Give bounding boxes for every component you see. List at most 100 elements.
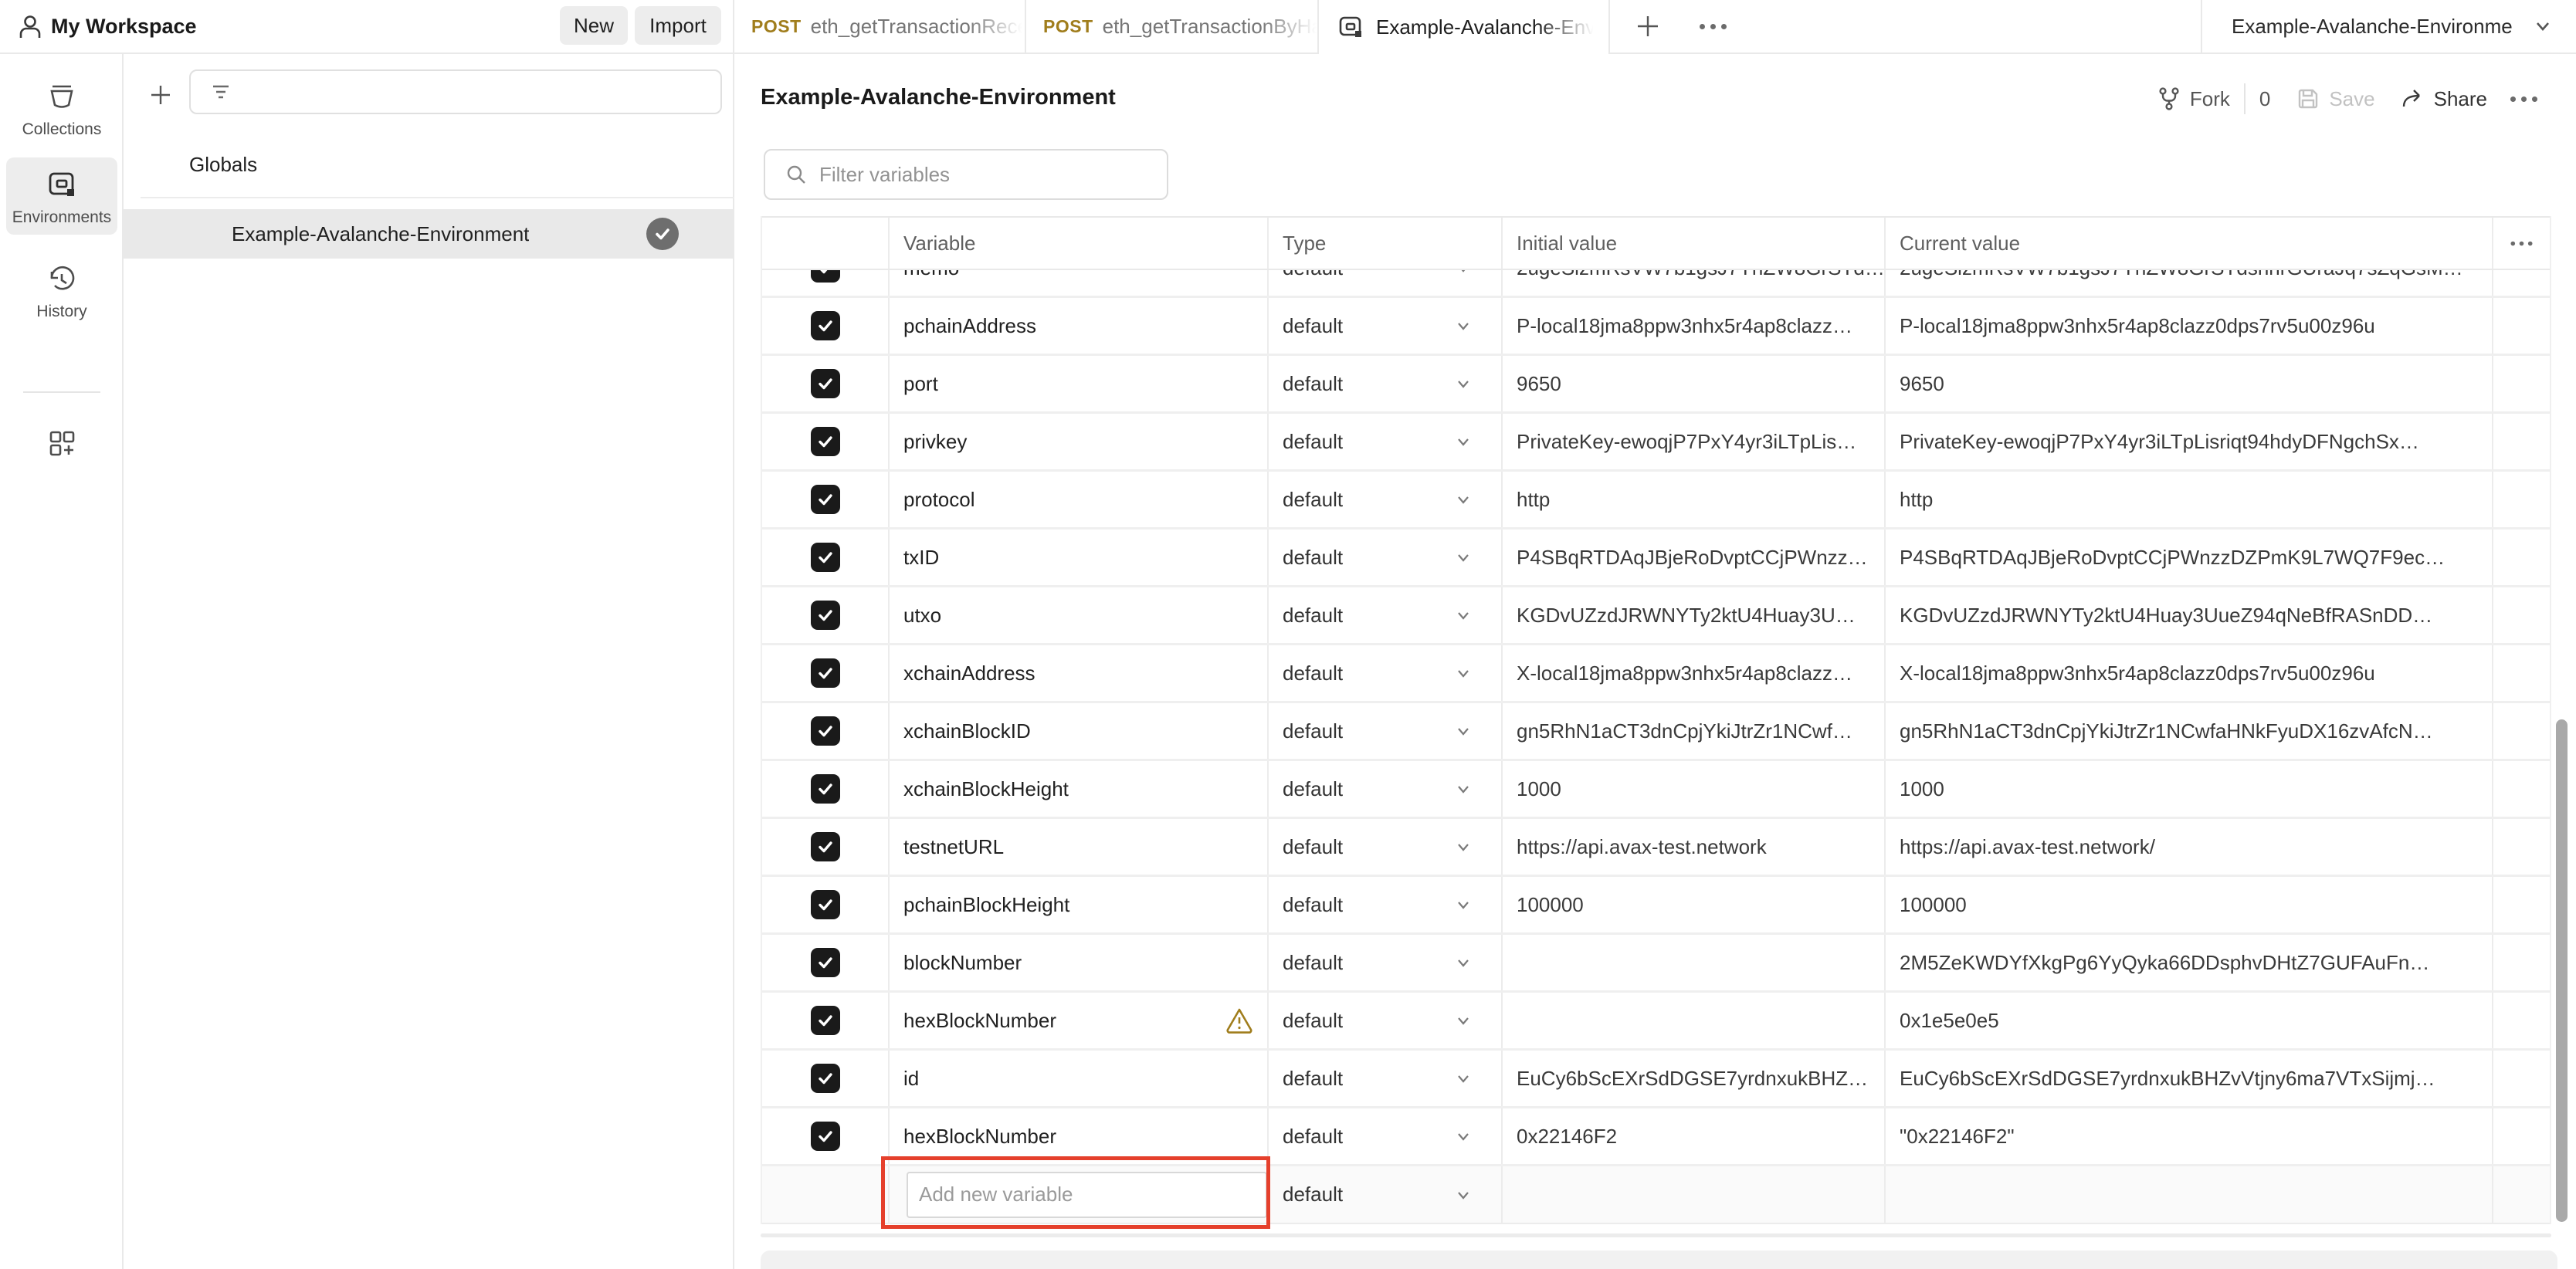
enabled-checkbox[interactable] <box>811 369 840 398</box>
enabled-checkbox[interactable] <box>811 774 840 804</box>
save-button[interactable]: Save <box>2295 86 2374 112</box>
current-value-cell[interactable]: 0x1e5e0e5 <box>1884 993 2492 1048</box>
variable-name-cell[interactable]: testnetURL <box>888 819 1267 875</box>
variable-type-cell[interactable]: default <box>1267 356 1501 411</box>
enabled-checkbox[interactable] <box>811 311 840 340</box>
table-options-menu[interactable] <box>2492 218 2550 269</box>
enabled-checkbox[interactable] <box>811 270 840 283</box>
enabled-checkbox[interactable] <box>811 1006 840 1035</box>
filter-variables-input[interactable] <box>819 163 1144 187</box>
current-value-cell[interactable]: 2ugeSizmRsVW7b1gsJ7YhZW8GrSTdsnhrGUraJq7… <box>1884 270 2492 296</box>
initial-value-cell[interactable]: KGDvUZzdJRWNYTy2ktU4Huay3U… <box>1501 587 1884 643</box>
tab-options-menu[interactable] <box>1688 0 1737 52</box>
variable-name-cell[interactable]: pchainBlockHeight <box>888 877 1267 932</box>
new-tab-button[interactable] <box>1626 0 1669 52</box>
variable-name-cell[interactable]: port <box>888 356 1267 411</box>
current-value-cell[interactable]: http <box>1884 472 2492 527</box>
current-value-cell[interactable]: P4SBqRTDAqJBjeRoDvptCCjPWnzzDZPmK9L7WQ7F… <box>1884 530 2492 585</box>
sidebar-item-environments[interactable]: Environments <box>6 157 117 235</box>
initial-value-cell[interactable]: 1000 <box>1501 761 1884 817</box>
active-environment-check-icon[interactable] <box>646 218 679 250</box>
current-value-cell[interactable]: EuCy6bScEXrSdDGSE7yrdnxukBHZvVtjny6ma7VT… <box>1884 1051 2492 1106</box>
variable-name-cell[interactable]: memo <box>888 270 1267 296</box>
variable-name-cell[interactable]: blockNumber <box>888 935 1267 990</box>
variable-type-cell[interactable]: default <box>1267 298 1501 354</box>
current-value-cell[interactable]: gn5RhN1aCT3dnCpjYkiJtrZr1NCwfaHNkFyuDX16… <box>1884 703 2492 759</box>
variable-name-cell[interactable]: protocol <box>888 472 1267 527</box>
import-button[interactable]: Import <box>635 6 721 45</box>
variable-type-cell[interactable]: default <box>1267 819 1501 875</box>
workspace-name[interactable]: My Workspace <box>51 0 197 52</box>
tab-environment-active[interactable]: Example-Avalanche-Envi <box>1317 0 1610 54</box>
share-button[interactable]: Share <box>2400 86 2487 112</box>
initial-value-cell[interactable]: 9650 <box>1501 356 1884 411</box>
variable-type-cell[interactable]: default <box>1267 1051 1501 1106</box>
variable-name-cell[interactable]: xchainBlockHeight <box>888 761 1267 817</box>
initial-value-cell[interactable] <box>1501 1166 1884 1223</box>
vertical-scrollbar-thumb[interactable] <box>2556 719 2568 1222</box>
horizontal-scrollbar-track[interactable] <box>761 1233 2551 1237</box>
initial-value-cell[interactable]: 100000 <box>1501 877 1884 932</box>
enabled-checkbox[interactable] <box>811 427 840 456</box>
add-environment-button[interactable] <box>139 73 182 117</box>
tab-request-2[interactable]: POST eth_getTransactionByHa <box>1026 0 1317 52</box>
environment-selector-dropdown[interactable]: Example-Avalanche-Environme <box>2202 0 2576 52</box>
fork-button[interactable]: Fork <box>2156 86 2230 112</box>
initial-value-cell[interactable]: http <box>1501 472 1884 527</box>
enabled-checkbox[interactable] <box>811 601 840 630</box>
sidebar-item-history[interactable]: History <box>6 253 117 329</box>
enabled-checkbox[interactable] <box>811 716 840 746</box>
tab-request-1[interactable]: POST eth_getTransactionRece <box>734 0 1025 52</box>
current-value-cell[interactable]: P-local18jma8ppw3nhx5r4ap8clazz0dps7rv5u… <box>1884 298 2492 354</box>
current-value-cell[interactable]: 9650 <box>1884 356 2492 411</box>
variable-name-cell[interactable]: hexBlockNumber <box>888 1108 1267 1164</box>
variable-name-cell[interactable]: id <box>888 1051 1267 1106</box>
sidebar-item-collections[interactable]: Collections <box>6 71 117 147</box>
initial-value-cell[interactable] <box>1501 993 1884 1048</box>
variable-name-cell[interactable]: pchainAddress <box>888 298 1267 354</box>
current-value-cell[interactable]: X-local18jma8ppw3nhx5r4ap8clazz0dps7rv5u… <box>1884 645 2492 701</box>
globals-item[interactable]: Globals <box>189 145 257 184</box>
variable-name-cell[interactable]: privkey <box>888 414 1267 469</box>
warning-icon[interactable] <box>1224 1005 1255 1036</box>
initial-value-cell[interactable]: https://api.avax-test.network <box>1501 819 1884 875</box>
current-value-cell[interactable]: 1000 <box>1884 761 2492 817</box>
variable-type-cell[interactable]: default <box>1267 645 1501 701</box>
current-value-cell[interactable]: PrivateKey-ewoqjP7PxY4yr3iLTpLisriqt94hd… <box>1884 414 2492 469</box>
variable-type-cell[interactable]: default <box>1267 530 1501 585</box>
enabled-checkbox[interactable] <box>811 543 840 572</box>
initial-value-cell[interactable]: gn5RhN1aCT3dnCpjYkiJtrZr1NCwf… <box>1501 703 1884 759</box>
variable-type-cell[interactable]: default <box>1267 270 1501 296</box>
variable-name-cell[interactable]: txID <box>888 530 1267 585</box>
add-new-variable-input[interactable] <box>907 1172 1267 1218</box>
current-value-cell[interactable]: KGDvUZzdJRWNYTy2ktU4Huay3UueZ94qNeBfRASn… <box>1884 587 2492 643</box>
new-button[interactable]: New <box>560 6 628 45</box>
variable-type-cell[interactable]: default <box>1267 587 1501 643</box>
variable-name-cell[interactable]: xchainAddress <box>888 645 1267 701</box>
variable-name-cell[interactable]: xchainBlockID <box>888 703 1267 759</box>
initial-value-cell[interactable]: PrivateKey-ewoqjP7PxY4yr3iLTpLis… <box>1501 414 1884 469</box>
variable-type-cell[interactable]: default <box>1267 1108 1501 1164</box>
initial-value-cell[interactable]: X-local18jma8ppw3nhx5r4ap8clazz… <box>1501 645 1884 701</box>
current-value-cell[interactable]: "0x22146F2" <box>1884 1108 2492 1164</box>
enabled-checkbox[interactable] <box>811 658 840 688</box>
current-value-cell[interactable]: https://api.avax-test.network/ <box>1884 819 2492 875</box>
initial-value-cell[interactable]: 0x22146F2 <box>1501 1108 1884 1164</box>
variable-type-cell[interactable]: default <box>1267 703 1501 759</box>
current-value-cell[interactable]: 100000 <box>1884 877 2492 932</box>
current-value-cell[interactable]: 2M5ZeKWDYfXkgPg6YyQyka66DDsphvDHtZ7GUFAu… <box>1884 935 2492 990</box>
enabled-checkbox[interactable] <box>811 485 840 514</box>
fork-count[interactable]: 0 <box>2259 87 2270 111</box>
variable-type-cell[interactable]: default <box>1267 935 1501 990</box>
initial-value-cell[interactable]: P-local18jma8ppw3nhx5r4ap8clazz… <box>1501 298 1884 354</box>
variable-type-cell[interactable]: default <box>1267 761 1501 817</box>
enabled-checkbox[interactable] <box>811 948 840 977</box>
sidebar-filter-input[interactable] <box>189 69 722 114</box>
enabled-checkbox[interactable] <box>811 890 840 919</box>
user-avatar-icon[interactable] <box>15 12 45 42</box>
initial-value-cell[interactable]: 2ugeSizmRsVW7b1gsJ7YhZW8GrSTd… <box>1501 270 1884 296</box>
initial-value-cell[interactable]: EuCy6bScEXrSdDGSE7yrdnxukBHZ… <box>1501 1051 1884 1106</box>
enabled-checkbox[interactable] <box>811 1064 840 1093</box>
environment-list-item-selected[interactable]: Example-Avalanche-Environment <box>124 209 734 259</box>
enabled-checkbox[interactable] <box>811 832 840 861</box>
